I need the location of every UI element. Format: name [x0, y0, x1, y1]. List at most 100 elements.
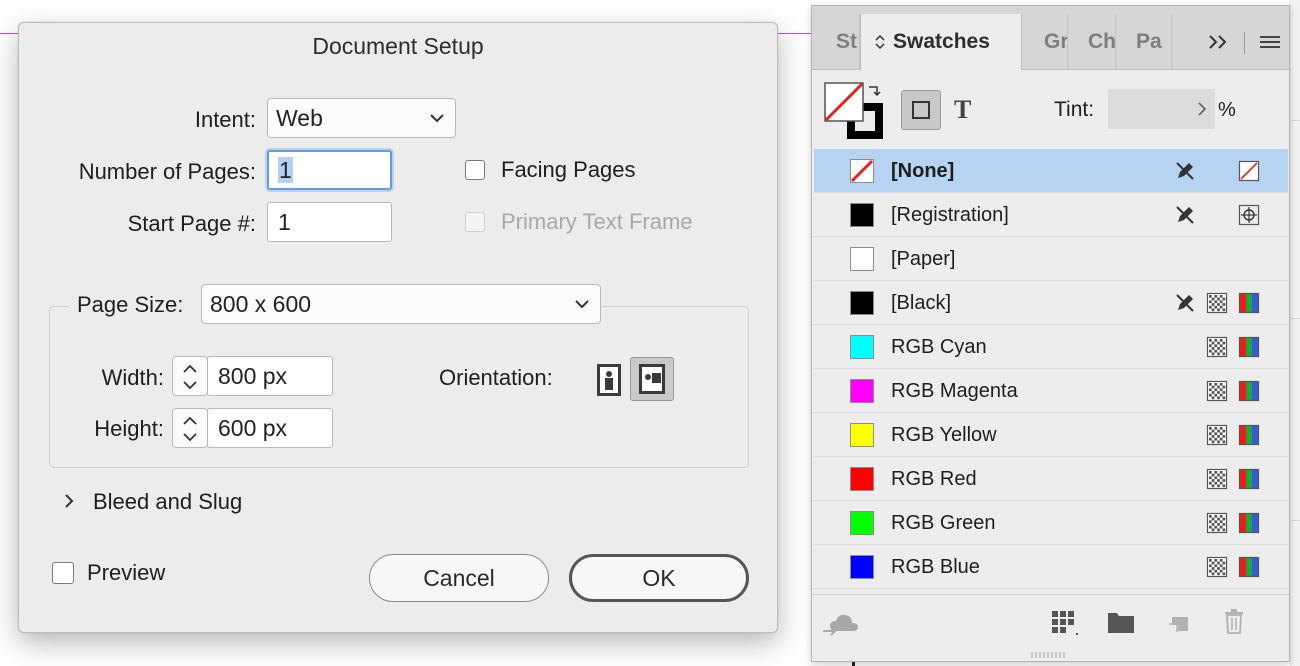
swatch-name: RGB Magenta — [891, 380, 1018, 402]
facing-pages-label[interactable]: Facing Pages — [501, 157, 636, 183]
stepper-arrows-icon — [183, 416, 197, 442]
panel-menu-icon[interactable] — [1260, 34, 1280, 50]
chevron-right-icon[interactable] — [1197, 101, 1207, 117]
swatch-row-none[interactable]: [None] — [814, 149, 1288, 193]
tab-character[interactable]: Ch — [1068, 14, 1116, 69]
rgb-mode-icon — [1238, 292, 1260, 314]
rgb-mode-icon — [1238, 556, 1260, 578]
document-setup-dialog: Document Setup Intent: Web Number of Pag… — [18, 22, 778, 633]
swatch-name: RGB Yellow — [891, 424, 997, 446]
portrait-orientation-button[interactable] — [594, 362, 624, 398]
tint-input[interactable] — [1108, 89, 1215, 129]
chevron-down-icon — [430, 114, 444, 123]
height-stepper[interactable] — [172, 408, 208, 448]
panel-footer — [812, 594, 1289, 661]
intent-select[interactable]: Web — [267, 98, 456, 138]
guide-line-right — [778, 33, 814, 34]
no-edit-pencil-icon — [1176, 162, 1194, 180]
start-page-input[interactable]: 1 — [267, 202, 392, 242]
swatch-row-rgb-cyan[interactable]: RGB Cyan — [814, 325, 1288, 369]
none-swatch-chip — [850, 159, 874, 183]
swatch-chip — [850, 555, 874, 579]
process-color-icon — [1206, 424, 1228, 446]
landscape-orientation-button[interactable] — [630, 357, 674, 401]
start-page-label: Start Page #: — [127, 211, 256, 236]
text-format-icon[interactable]: T — [952, 96, 974, 122]
stepper-arrows-icon — [183, 364, 197, 390]
rgb-mode-icon — [1238, 380, 1260, 402]
width-label: Width: — [101, 365, 164, 390]
swatch-name: [Paper] — [891, 248, 956, 270]
process-color-icon — [1206, 556, 1228, 578]
num-pages-value: 1 — [278, 157, 293, 183]
swatch-row-rgb-magenta[interactable]: RGB Magenta — [814, 369, 1288, 413]
cloud-library-icon[interactable] — [822, 609, 860, 637]
swatch-row-rgb-blue[interactable]: RGB Blue — [814, 545, 1288, 589]
facing-pages-checkbox[interactable] — [465, 160, 485, 180]
tab-gradient[interactable]: Gr — [1022, 14, 1068, 69]
swatches-panel: St Swatches Gr Ch Pa T Tint: % [None] [R… — [811, 5, 1290, 662]
num-pages-input[interactable]: 1 — [267, 150, 392, 190]
num-pages-label: Number of Pages: — [78, 159, 256, 184]
swatch-chip — [850, 203, 874, 227]
swatch-row-rgb-green[interactable]: RGB Green — [814, 501, 1288, 545]
swatch-name: [Black] — [891, 292, 952, 314]
resize-grip-icon[interactable] — [1030, 651, 1070, 659]
panel-tab-bar: St Swatches Gr Ch Pa — [812, 6, 1289, 70]
tint-label: Tint: — [1054, 98, 1095, 121]
preview-label[interactable]: Preview — [87, 560, 165, 586]
height-value: 600 px — [218, 415, 288, 441]
registration-mark-icon — [1238, 204, 1260, 226]
tab-paragraph[interactable]: Pa — [1116, 14, 1172, 69]
orientation-label: Orientation: — [439, 365, 553, 390]
swatch-row-black[interactable]: [Black] — [814, 281, 1288, 325]
fill-stroke-icon[interactable] — [823, 81, 887, 145]
no-edit-pencil-icon — [1176, 294, 1194, 312]
folder-icon[interactable] — [1106, 609, 1136, 635]
trash-icon[interactable] — [1222, 607, 1246, 635]
container-format-button[interactable] — [901, 90, 941, 130]
intent-label: Intent: — [194, 107, 256, 132]
double-chevron-right-icon[interactable] — [1208, 34, 1230, 50]
page-size-value: 800 x 600 — [210, 291, 312, 317]
tint-unit: % — [1218, 99, 1236, 121]
bleed-slug-label[interactable]: Bleed and Slug — [93, 489, 242, 515]
swatch-chip — [850, 291, 874, 315]
cancel-button[interactable]: Cancel — [369, 554, 549, 602]
rgb-mode-icon — [1238, 424, 1260, 446]
tab-swatches[interactable]: Swatches — [860, 14, 1022, 70]
landscape-icon — [639, 364, 665, 394]
height-label: Height: — [94, 416, 164, 441]
none-color-icon — [1238, 160, 1260, 182]
new-swatch-icon[interactable] — [1166, 609, 1192, 635]
page-size-select[interactable]: 800 x 600 — [201, 284, 601, 324]
swatch-row-rgb-yellow[interactable]: RGB Yellow — [814, 413, 1288, 457]
swatch-name: RGB Green — [891, 512, 996, 534]
svg-text:T: T — [954, 96, 971, 122]
process-color-icon — [1206, 512, 1228, 534]
swatch-chip — [850, 379, 874, 403]
preview-checkbox[interactable] — [52, 562, 74, 584]
width-input[interactable]: 800 px — [207, 356, 333, 396]
tab-divider — [1244, 32, 1245, 54]
width-stepper[interactable] — [172, 356, 208, 396]
rgb-mode-icon — [1238, 468, 1260, 490]
chevron-right-icon[interactable] — [63, 491, 75, 511]
swatch-chip — [850, 467, 874, 491]
swatch-row-registration[interactable]: [Registration] — [814, 193, 1288, 237]
swatch-chip — [850, 511, 874, 535]
ok-button[interactable]: OK — [569, 554, 749, 602]
background-window-edge — [1290, 0, 1300, 666]
no-edit-pencil-icon — [1176, 206, 1194, 224]
primary-text-frame-checkbox[interactable] — [465, 212, 485, 232]
chevron-down-icon — [575, 300, 589, 309]
swatch-views-icon[interactable] — [1050, 609, 1082, 637]
swatch-row-rgb-red[interactable]: RGB Red — [814, 457, 1288, 501]
process-color-icon — [1206, 292, 1228, 314]
tab-stroke[interactable]: St — [812, 14, 860, 69]
process-color-icon — [1206, 380, 1228, 402]
swatch-row-paper[interactable]: [Paper] — [814, 237, 1288, 281]
height-input[interactable]: 600 px — [207, 408, 333, 448]
tab-swatches-label: Swatches — [893, 30, 990, 53]
sort-arrows-icon — [875, 35, 885, 50]
